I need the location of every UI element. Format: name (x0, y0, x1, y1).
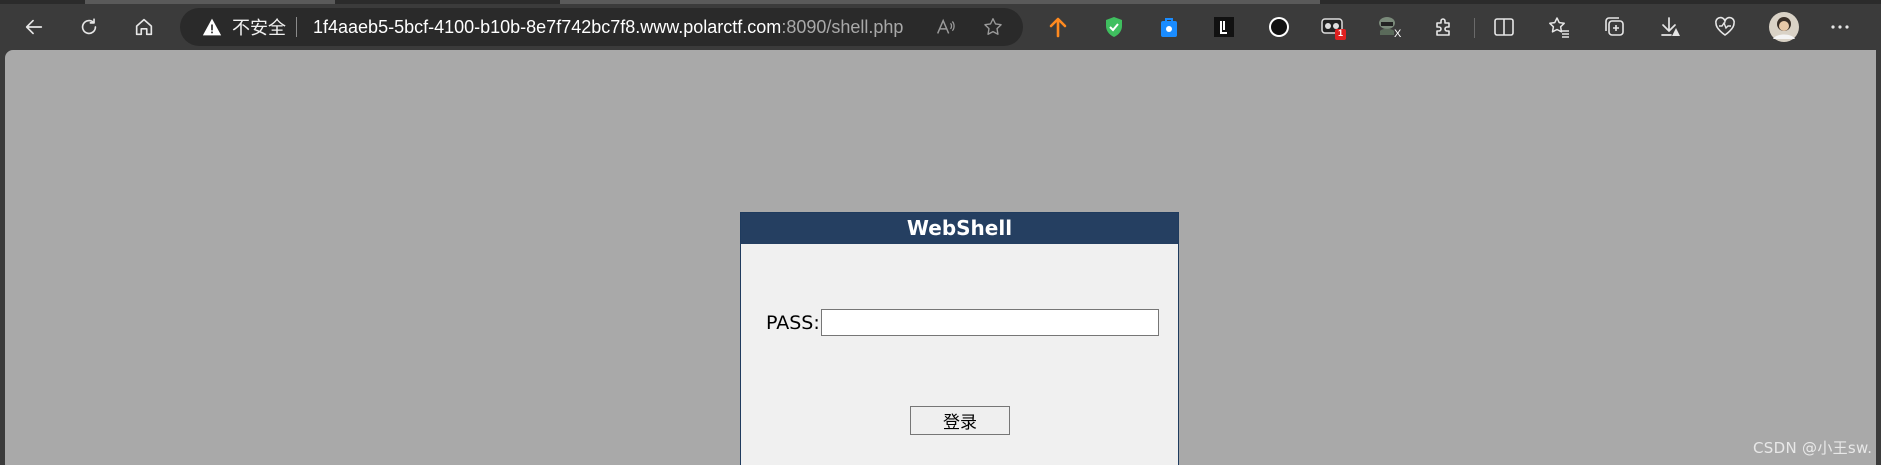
more-menu-icon[interactable] (1826, 13, 1854, 41)
back-button[interactable] (17, 11, 51, 43)
back-icon (25, 19, 43, 35)
green-shield-extension-icon[interactable] (1100, 13, 1128, 41)
window-edge (1876, 50, 1881, 465)
glasses-badge-extension-icon[interactable]: 1 (1320, 13, 1348, 41)
favorite-button[interactable] (980, 15, 1006, 39)
extension-badge-x: X (1394, 28, 1402, 40)
url-host: 1f4aaeb5-5bcf-4100-b10b-8e7f742bc7f8.www… (313, 16, 782, 37)
profile-avatar[interactable] (1768, 11, 1800, 43)
omnibox-separator (296, 17, 297, 37)
downloads-icon[interactable] (1656, 13, 1684, 41)
password-row: PASS: (766, 309, 1159, 336)
read-aloud-icon (936, 18, 955, 34)
browser-health-icon[interactable] (1711, 13, 1739, 41)
favorites-icon[interactable] (1545, 13, 1573, 41)
extensions-puzzle-icon[interactable] (1430, 13, 1458, 41)
watermark: CSDN @小王sw. (1753, 439, 1873, 457)
black-circle-extension-icon[interactable] (1265, 13, 1293, 41)
pass-label: PASS: (766, 311, 820, 334)
refresh-icon (81, 18, 97, 35)
orange-arrow-extension-icon[interactable] (1044, 13, 1072, 41)
browser-toolbar: 不安全 1f4aaeb5-5bcf-4100-b10b-8e7f742bc7f8… (0, 4, 1881, 50)
refresh-button[interactable] (72, 11, 106, 43)
security-label[interactable]: 不安全 (232, 14, 286, 40)
hacker-extension-icon[interactable]: X (1376, 13, 1404, 41)
login-button[interactable]: 登录 (910, 406, 1010, 435)
read-aloud-button[interactable] (932, 15, 958, 39)
password-input[interactable] (820, 309, 1159, 336)
webshell-title: WebShell (741, 213, 1178, 244)
home-button[interactable] (127, 11, 161, 43)
favorite-star-icon (984, 18, 1002, 35)
split-screen-icon[interactable] (1490, 13, 1518, 41)
blue-bag-extension-icon[interactable] (1155, 13, 1183, 41)
black-square-extension-icon[interactable] (1210, 13, 1238, 41)
warning-icon[interactable] (202, 17, 222, 37)
address-bar[interactable]: 不安全 1f4aaeb5-5bcf-4100-b10b-8e7f742bc7f8… (180, 8, 1023, 46)
url-path: :8090/shell.php (781, 16, 904, 37)
toolbar-separator (1474, 18, 1475, 38)
collections-icon[interactable] (1601, 13, 1629, 41)
webshell-login-panel: WebShell PASS: 登录 (740, 212, 1179, 465)
home-icon (135, 18, 153, 36)
extension-badge: 1 (1338, 28, 1344, 38)
url-text[interactable]: 1f4aaeb5-5bcf-4100-b10b-8e7f742bc7f8.www… (313, 17, 903, 38)
